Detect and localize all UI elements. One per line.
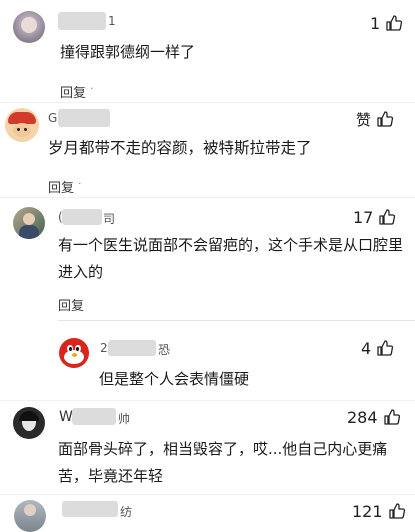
divider [0, 400, 415, 401]
like-button[interactable]: 121 [352, 500, 406, 522]
avatar[interactable] [59, 338, 89, 368]
divider [0, 197, 415, 198]
avatar[interactable] [13, 407, 45, 439]
like-button[interactable]: 284 [347, 406, 401, 428]
reply-link[interactable]: 回复 [60, 82, 86, 101]
blurred-username[interactable] [72, 408, 116, 425]
comment-line: 苦，毕竟还年轻 [58, 467, 164, 485]
divider [0, 494, 415, 495]
comment-text: 有一个医生说面部不会留疤的，这个手术是从口腔里 进入的 [58, 232, 403, 286]
avatar[interactable] [5, 108, 39, 142]
username-fragment-end: 帅 [118, 412, 131, 426]
comment-line: 但是整个人会表情僵硬 [99, 370, 250, 388]
divider [0, 102, 415, 103]
comment-line: 撞得跟郭德纲一样了 [60, 43, 196, 61]
reply-suffix: · [78, 177, 82, 190]
nested-divider [58, 320, 415, 321]
avatar[interactable] [14, 500, 46, 532]
thumbs-up-icon [385, 14, 403, 32]
thumbs-up-icon [376, 110, 394, 128]
comment-text: 撞得跟郭德纲一样了 [60, 39, 195, 66]
comment-line: 进入的 [58, 263, 104, 281]
reply-suffix: · [90, 82, 94, 95]
avatar[interactable] [13, 11, 45, 43]
comment-text: 岁月都带不走的容颜，被特斯拉带走了 [48, 135, 312, 162]
username-fragment-end: 恐 [158, 343, 171, 357]
comment-line: 有一个医生说面部不会留疤的，这个手术是从口腔里 [58, 236, 404, 254]
like-label: 赞 [356, 110, 372, 129]
reply-link[interactable]: 回复 [58, 295, 84, 314]
like-button[interactable]: 4 [361, 337, 394, 359]
comment-text: 面部骨头碎了，相当毁容了，哎...他自己内心更痛 苦，毕竟还年轻 [58, 436, 387, 490]
comment-text: 但是整个人会表情僵硬 [99, 366, 249, 393]
reply-link[interactable]: 回复 [48, 177, 74, 196]
username-fragment: 2 [100, 341, 108, 355]
username-fragment: W [59, 409, 73, 425]
username-fragment: 1 [108, 14, 116, 28]
like-button[interactable]: 17 [353, 206, 396, 228]
thumbs-up-icon [388, 502, 406, 520]
username-fragment-end: 司 [103, 212, 116, 226]
thumbs-up-icon [376, 339, 394, 357]
comment-line: 面部骨头碎了，相当毁容了，哎...他自己内心更痛 [58, 440, 388, 458]
like-button[interactable]: 赞 [356, 108, 394, 130]
blurred-username[interactable] [58, 12, 106, 30]
like-count: 284 [347, 407, 378, 427]
like-button[interactable]: 1 [370, 12, 403, 34]
comment-line: 岁月都带不走的容颜，被特斯拉带走了 [48, 139, 312, 157]
like-count: 17 [353, 207, 374, 227]
like-count: 4 [361, 338, 372, 358]
thumbs-up-icon [383, 408, 401, 426]
blurred-username[interactable] [58, 109, 110, 127]
blurred-username[interactable] [108, 340, 156, 356]
thumbs-up-icon [378, 208, 396, 226]
username-fragment: G [48, 111, 58, 125]
username-fragment-end: 纺 [120, 505, 133, 519]
blurred-username[interactable] [62, 209, 102, 225]
like-count: 121 [352, 501, 383, 521]
like-count: 1 [370, 13, 381, 33]
avatar[interactable] [13, 207, 45, 239]
